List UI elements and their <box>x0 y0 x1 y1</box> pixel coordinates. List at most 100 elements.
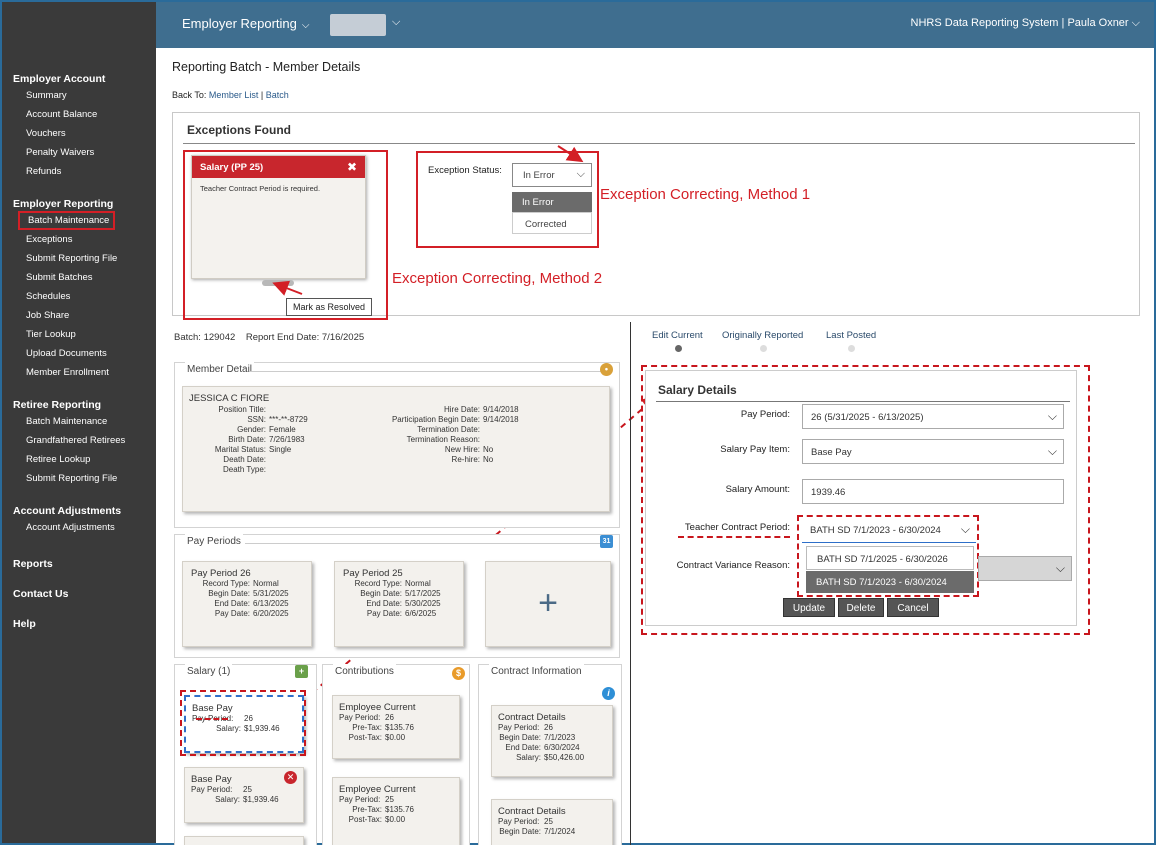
pay-period-label: Pay Period: <box>339 795 381 804</box>
page-title: Reporting Batch - Member Details <box>172 60 361 74</box>
breadcrumb-separator: | <box>260 90 264 100</box>
sidebar-item-reports[interactable]: Reports <box>2 557 156 571</box>
employer-reporting-menu[interactable]: Employer Reporting ⌵ <box>182 16 309 31</box>
sidebar-item-account-adjustments[interactable]: Account Adjustments <box>2 518 156 537</box>
birth-date-value: 7/26/1983 <box>269 435 305 444</box>
tab-last-posted[interactable]: Last Posted <box>826 330 876 341</box>
sidebar-item-retiree-batch-maintenance[interactable]: Batch Maintenance <box>2 412 156 431</box>
record-type-label: Record Type: <box>354 579 402 588</box>
pre-tax-label: Pre-Tax: <box>352 723 382 732</box>
sidebar-item-retiree-submit-reporting-file[interactable]: Submit Reporting File <box>2 469 156 488</box>
sidebar-item-exceptions[interactable]: Exceptions <box>2 230 156 249</box>
pay-period-label: Pay Period: <box>191 785 233 794</box>
contract-card[interactable]: Contract Details Pay Period: 26 Begin Dat… <box>491 705 613 777</box>
batch-info: Batch: 129042 Report End Date: 7/16/2025 <box>174 332 364 343</box>
annotation-underline <box>678 536 790 538</box>
update-button[interactable]: Update <box>783 598 835 617</box>
sidebar-item-grandfathered-retirees[interactable]: Grandfathered Retirees <box>2 431 156 450</box>
contribution-card[interactable]: Employee Current Pay Period: 26 Pre-Tax: $… <box>332 695 460 759</box>
sidebar-item-job-share[interactable]: Job Share <box>2 306 156 325</box>
sidebar-item-retiree-lookup[interactable]: Retiree Lookup <box>2 450 156 469</box>
end-date-value: 6/30/2024 <box>544 743 580 752</box>
calendar-icon[interactable]: 31 <box>600 535 613 548</box>
position-title-label: Position Title: <box>218 405 266 414</box>
employer-selector[interactable] <box>330 14 386 36</box>
sidebar-item-tier-lookup[interactable]: Tier Lookup <box>2 325 156 344</box>
chevron-down-icon: ⌵ <box>301 20 310 31</box>
sidebar-item-upload-documents[interactable]: Upload Documents <box>2 344 156 363</box>
resolve-handle[interactable] <box>262 280 294 286</box>
sidebar-item-penalty-waivers[interactable]: Penalty Waivers <box>2 143 156 162</box>
marital-status-value: Single <box>269 445 292 454</box>
contract-card[interactable]: Contract Details Pay Period: 25 Begin Dat… <box>491 799 613 845</box>
hire-date-value: 9/14/2018 <box>483 405 519 414</box>
sidebar-section-employer-reporting[interactable]: Employer Reporting <box>2 197 156 211</box>
pay-periods-title: Pay Periods <box>185 534 243 549</box>
sidebar-item-account-balance[interactable]: Account Balance <box>2 105 156 124</box>
user-menu[interactable]: NHRS Data Reporting System | Paula Oxner… <box>911 17 1140 30</box>
chevron-down-icon: ⌵ <box>1055 561 1065 575</box>
status-option-in-error[interactable]: In Error <box>512 192 592 212</box>
contributions-title: Contributions <box>333 664 396 679</box>
record-type-label: Record Type: <box>202 579 250 588</box>
salary-amount-input[interactable]: 1939.46 <box>802 479 1064 504</box>
pay-period-card[interactable]: Pay Period 25 Record Type: Normal Begin D… <box>334 561 464 647</box>
pay-period-card[interactable]: Pay Period 26 Record Type: Normal Begin D… <box>182 561 312 647</box>
contract-card-title: Contract Details <box>498 806 566 817</box>
salary-card-title: Base Pay <box>191 774 232 785</box>
exception-status-label: Exception Status: <box>428 165 502 176</box>
contract-card-title: Contract Details <box>498 712 566 723</box>
new-hire-label: New Hire: <box>444 445 480 454</box>
exception-card-title: Salary (PP 25) <box>200 162 264 173</box>
status-option-corrected[interactable]: Corrected <box>512 212 592 234</box>
sidebar-item-vouchers[interactable]: Vouchers <box>2 124 156 143</box>
cancel-button[interactable]: Cancel <box>887 598 939 617</box>
sidebar-section-retiree-reporting[interactable]: Retiree Reporting <box>2 398 156 412</box>
tab-originally-reported[interactable]: Originally Reported <box>722 330 803 341</box>
sidebar-section-employer-account[interactable]: Employer Account <box>2 72 156 86</box>
sidebar-section-account-adjustments[interactable]: Account Adjustments <box>2 504 156 518</box>
pay-period-label: Pay Period: <box>498 723 540 732</box>
exception-card[interactable]: Salary (PP 25) ✖ Teacher Contract Period… <box>191 155 366 279</box>
sidebar-item-contact-us[interactable]: Contact Us <box>2 587 156 601</box>
contribution-card-title: Employee Current <box>339 784 416 795</box>
sidebar-item-batch-maintenance[interactable]: Batch Maintenance <box>18 211 116 230</box>
exception-status-value: In Error <box>523 170 555 181</box>
add-pay-period-button[interactable]: + <box>485 561 611 647</box>
dollar-icon[interactable]: $ <box>452 667 465 680</box>
sidebar-item-submit-reporting-file[interactable]: Submit Reporting File <box>2 249 156 268</box>
system-and-user-label: NHRS Data Reporting System | Paula Oxner <box>910 17 1129 29</box>
salary-card[interactable] <box>184 836 304 845</box>
begin-date-value: 5/31/2025 <box>253 589 289 598</box>
divider <box>183 143 1135 144</box>
salary-amount-label: Salary Amount: <box>725 484 790 495</box>
begin-date-label: Begin Date: <box>499 733 541 742</box>
sidebar-item-member-enrollment[interactable]: Member Enrollment <box>2 363 156 382</box>
ssn-label: SSN: <box>247 415 266 424</box>
person-icon[interactable]: • <box>600 363 613 376</box>
sidebar-item-submit-batches[interactable]: Submit Batches <box>2 268 156 287</box>
pay-period-select[interactable]: 26 (5/31/2025 - 6/13/2025) ⌵ <box>802 404 1064 429</box>
sidebar-item-refunds[interactable]: Refunds <box>2 162 156 181</box>
contract-variance-reason-select[interactable]: ⌵ <box>978 556 1072 581</box>
pay-date-value: 6/20/2025 <box>253 609 289 618</box>
employer-selector-chevron-icon[interactable]: ⌵ <box>392 16 400 29</box>
exception-message: Teacher Contract Period is required. <box>200 184 321 193</box>
delete-button[interactable]: Delete <box>838 598 884 617</box>
salary-card[interactable]: Base Pay ✕ Pay Period: 25 Salary: $1,939.4… <box>184 767 304 823</box>
member-list-link[interactable]: Member List <box>209 90 259 100</box>
tab-edit-current[interactable]: Edit Current <box>652 330 703 341</box>
sidebar-item-summary[interactable]: Summary <box>2 86 156 105</box>
pay-period-value: 26 <box>544 723 553 732</box>
close-icon[interactable]: ✖ <box>347 160 357 174</box>
contribution-card[interactable]: Employee Current Pay Period: 25 Pre-Tax: $… <box>332 777 460 845</box>
chevron-down-icon: ⌵ <box>1047 444 1057 458</box>
add-salary-icon[interactable]: + <box>295 665 308 678</box>
sidebar-item-schedules[interactable]: Schedules <box>2 287 156 306</box>
salary-pay-item-select[interactable]: Base Pay ⌵ <box>802 439 1064 464</box>
sidebar-item-help[interactable]: Help <box>2 617 156 631</box>
info-icon[interactable]: i <box>602 687 615 700</box>
exception-status-select[interactable]: In Error ⌵ <box>512 163 592 187</box>
report-end-label: Report End Date: <box>245 332 320 343</box>
batch-link[interactable]: Batch <box>266 90 289 100</box>
